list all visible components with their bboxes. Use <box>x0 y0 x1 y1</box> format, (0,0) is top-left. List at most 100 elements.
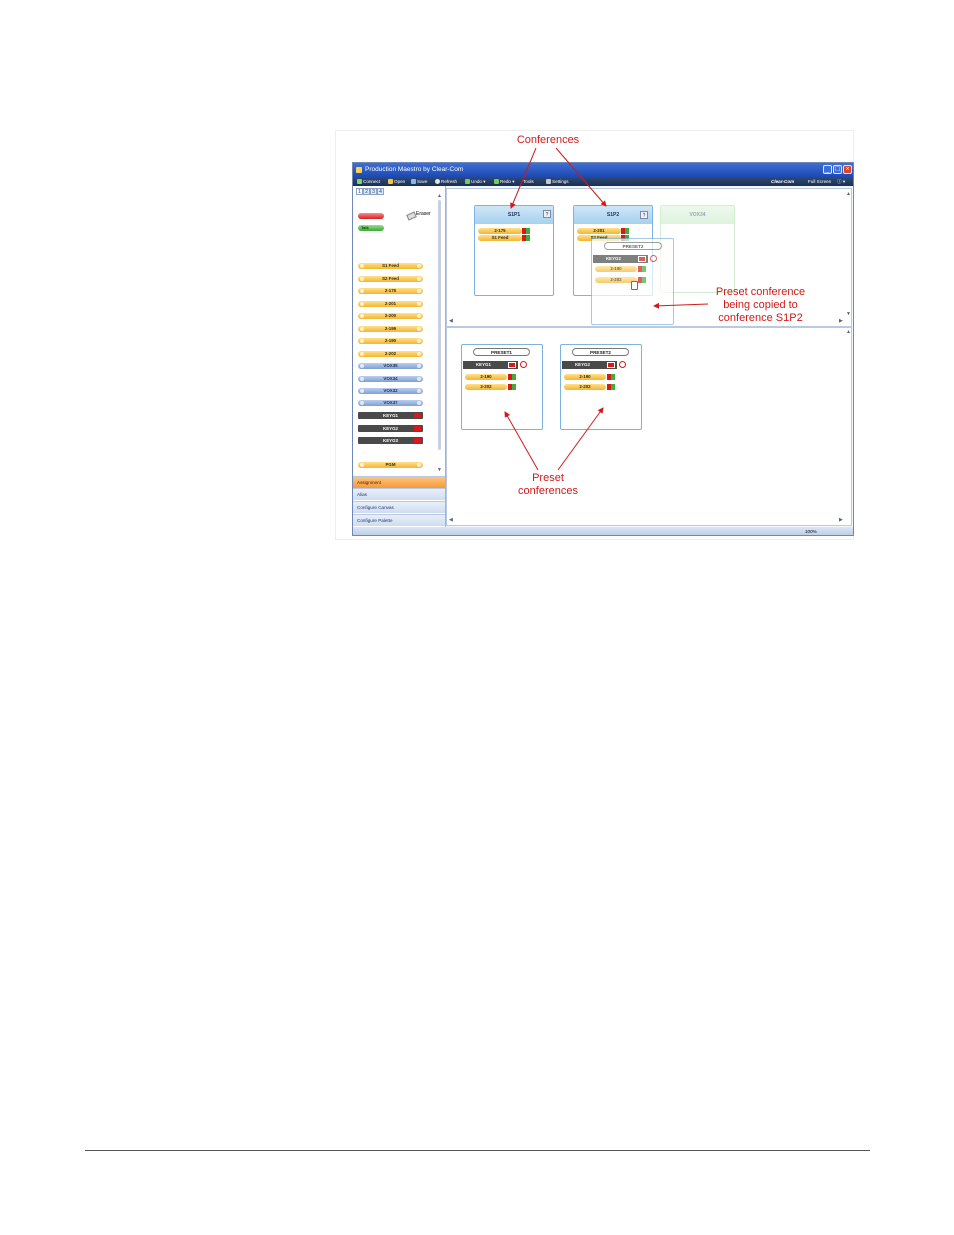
help-icon[interactable]: ? <box>543 210 551 218</box>
palette-item-label: VOX37 <box>383 400 398 405</box>
toolbar: Connect Open Save Refresh Undo ▾ Redo ▾ … <box>353 177 853 186</box>
preset-canvas[interactable]: PRESET1 KEYG1 2-190 2-202 PRESET2 KEYG2 … <box>446 327 852 526</box>
preset-card[interactable]: PRESET1 KEYG1 2-190 2-202 <box>461 344 543 430</box>
scroll-right-icon[interactable]: ▶ <box>839 318 843 324</box>
talk-control[interactable]: Talk <box>358 225 384 231</box>
key-indicator[interactable] <box>607 362 615 368</box>
connect-label: Connect <box>363 179 381 184</box>
preset-card[interactable]: PRESET2 KEYG2 2-190 2-202 <box>560 344 642 430</box>
help-icon[interactable]: ? <box>640 211 648 219</box>
palette-item[interactable]: VOX32 <box>358 388 423 394</box>
callout-line: conference S1P2 <box>718 312 803 324</box>
talk-listen-indicator[interactable] <box>638 277 647 283</box>
palette-item[interactable]: VOX35 <box>358 363 423 369</box>
preset-member[interactable]: 2-202 <box>564 384 606 390</box>
preset-key-label: KEYG2 <box>606 256 621 261</box>
undo-arrow-icon <box>465 179 470 185</box>
palette-tab-1[interactable]: 1 <box>356 188 363 195</box>
talk-listen-indicator[interactable] <box>508 374 517 380</box>
talk-listen-indicator[interactable] <box>522 228 531 234</box>
palette-item-label: 2-175 <box>384 288 397 293</box>
preset-member[interactable]: 2-190 <box>595 266 637 272</box>
palette-item-label: 2-199 <box>384 326 397 331</box>
callout-conferences: Conferences <box>516 134 580 146</box>
palette-item[interactable]: KEYG2 <box>358 425 423 432</box>
accordion-assignment[interactable]: Assignment <box>353 476 445 488</box>
eraser-tool[interactable]: Eraser <box>406 211 433 221</box>
palette-tab-3[interactable]: 3 <box>370 188 377 195</box>
tools-button[interactable]: Tools <box>523 177 534 186</box>
help-icon[interactable]: ⓘ ▾ <box>837 177 845 186</box>
preset-member[interactable]: 2-202 <box>465 384 507 390</box>
palette-item[interactable]: 2-201 <box>358 301 423 307</box>
key-indicator[interactable] <box>638 256 646 262</box>
refresh-label: Refresh <box>441 179 458 184</box>
conference-member[interactable]: 2-175 <box>478 228 522 234</box>
palette-item[interactable]: S1 Feed <box>358 263 423 269</box>
palette-item[interactable]: PGM <box>358 462 423 468</box>
talk-listen-indicator[interactable] <box>621 228 630 234</box>
palette-item[interactable]: KEYG1 <box>358 412 423 419</box>
palette-item[interactable]: VOX34 <box>358 376 423 382</box>
scroll-left-icon[interactable]: ◀ <box>449 517 453 523</box>
preset-title: PRESET2 <box>604 242 662 250</box>
dragging-preset-card[interactable]: PRESET2 KEYG2 2-190 2-202 <box>591 238 674 325</box>
app-icon <box>356 167 362 173</box>
open-label: Open <box>394 179 406 184</box>
accordion-configure-palette[interactable]: Configure Palette <box>353 514 445 526</box>
redo-button[interactable]: Redo ▾ <box>494 177 515 186</box>
preset-member[interactable]: 2-190 <box>465 374 507 380</box>
conference-member[interactable]: 2-201 <box>577 228 621 234</box>
minimize-button[interactable]: _ <box>823 165 832 174</box>
scroll-left-icon[interactable]: ◀ <box>449 318 453 324</box>
accordion-configure-canvas[interactable]: Configure Canvas <box>353 501 445 513</box>
palette-item[interactable]: VOX37 <box>358 400 423 406</box>
scroll-down-icon[interactable]: ▼ <box>846 311 851 317</box>
close-button[interactable]: × <box>843 165 852 174</box>
talk-listen-indicator[interactable] <box>607 374 616 380</box>
talk-listen-indicator[interactable] <box>522 235 531 241</box>
scroll-right-icon[interactable]: ▶ <box>839 517 843 523</box>
full-screen-button[interactable]: Full Screen <box>808 177 831 186</box>
palette-item-label: 2-202 <box>384 351 397 356</box>
zoom-level: 100% <box>805 529 817 534</box>
open-button[interactable]: Open <box>388 177 405 186</box>
talk-listen-indicator[interactable] <box>638 266 647 272</box>
palette-item[interactable]: 2-175 <box>358 288 423 294</box>
connect-button[interactable]: Connect <box>357 177 380 186</box>
palette-item[interactable]: 2-199 <box>358 326 423 332</box>
save-button[interactable]: Save <box>411 177 427 186</box>
redo-label: Redo <box>500 179 511 184</box>
scroll-up-icon[interactable]: ▲ <box>846 191 851 197</box>
palette-item[interactable]: S2 Feed <box>358 276 423 282</box>
scroll-up-icon[interactable]: ▲ <box>846 329 851 335</box>
palette-item-label: S2 Feed <box>382 276 399 281</box>
callout-line: Preset conference <box>715 286 806 298</box>
palette-item[interactable]: 2-200 <box>358 313 423 319</box>
palette-tab-4[interactable]: 4 <box>377 188 384 195</box>
palette-item[interactable]: 2-202 <box>358 351 423 357</box>
maximize-button[interactable]: □ <box>833 165 842 174</box>
no-entry-icon <box>619 361 626 368</box>
refresh-button[interactable]: Refresh <box>435 177 457 186</box>
callout-line: Preset <box>532 472 564 484</box>
palette-item-label: VOX32 <box>383 388 398 393</box>
palette-tab-2[interactable]: 2 <box>363 188 370 195</box>
stop-talk-control[interactable] <box>358 213 384 219</box>
scroll-down-icon[interactable]: ▼ <box>437 467 442 473</box>
conference-member[interactable]: S1 Feed <box>478 235 522 241</box>
accordion-alias[interactable]: Alias <box>353 488 445 500</box>
conference-card[interactable]: S1P1 2-175 S1 Feed <box>474 205 554 296</box>
scroll-up-icon[interactable]: ▲ <box>437 193 442 199</box>
key-indicator[interactable] <box>508 362 516 368</box>
palette-scrollbar[interactable] <box>438 200 441 450</box>
palette-item[interactable]: 2-190 <box>358 338 423 344</box>
talk-listen-indicator[interactable] <box>607 384 616 390</box>
preset-member[interactable]: 2-190 <box>564 374 606 380</box>
undo-button[interactable]: Undo ▾ <box>465 177 486 186</box>
settings-button[interactable]: Settings <box>546 177 569 186</box>
refresh-icon <box>435 179 440 185</box>
palette-item-label: KEYG2 <box>383 426 398 431</box>
palette-item[interactable]: KEYG3 <box>358 437 423 444</box>
talk-listen-indicator[interactable] <box>508 384 517 390</box>
